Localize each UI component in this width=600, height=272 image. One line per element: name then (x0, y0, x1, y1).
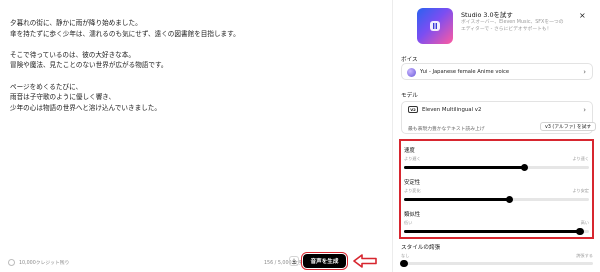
generate-speech-button[interactable]: 音声を生成 (300, 251, 349, 271)
voice-section-label: ボイス (401, 57, 418, 63)
speed-slider-thumb[interactable] (520, 163, 528, 171)
character-count: 156 / 5,000 文字数 (264, 261, 308, 266)
speed-title: 速度 (404, 148, 415, 154)
stability-slider-thumb[interactable] (505, 195, 514, 203)
similarity-min-label: 低い (404, 220, 413, 225)
editor-line: 夕暮れの街に、静かに雨が降り始めました。 (10, 19, 142, 27)
arrow-left-annotation-icon (353, 254, 377, 268)
chevron-right-icon: › (583, 68, 586, 76)
style-title: スタイルの誇張 (401, 245, 441, 251)
speed-slider-fill (404, 166, 525, 169)
voice-selector[interactable]: Yui - Japanese female Anime voice › (401, 63, 593, 80)
stability-max-label: より安定 (572, 188, 589, 193)
similarity-slider-thumb[interactable] (576, 227, 584, 235)
style-min-label: なし (401, 253, 410, 258)
speed-slider[interactable] (404, 163, 589, 171)
editor-line: 雨音は子守歌のように優しく響き、 (10, 93, 116, 102)
speed-max-label: より速く (572, 156, 589, 161)
try-v3-alpha-button[interactable]: v3 (アルファ) を試す (540, 122, 597, 131)
credits-label: 10,000クレジット残り (19, 261, 70, 266)
model-version-badge: V2 (408, 106, 418, 113)
download-button[interactable] (289, 256, 299, 266)
model-name: Eleven Multilingual v2 (422, 107, 482, 113)
promo-description: ボイスオーバー、Eleven Music、SFXを一つのエディターで - さらに… (461, 20, 564, 33)
speed-slider-group: 速度 より遅く より速く (404, 146, 589, 171)
studio-app-icon (430, 21, 440, 31)
similarity-slider-fill (404, 230, 580, 233)
studio-promo-card[interactable]: Studio 3.0を試す ボイスオーバー、Eleven Music、SFXを一… (397, 4, 595, 48)
similarity-slider[interactable] (404, 227, 589, 235)
credits-ring-icon (8, 259, 15, 266)
editor-line: 冒険や魔法、見たことのない世界が広がる物語です。 (10, 61, 168, 70)
editor-line: そこで待っているのは、彼の大好きな本。 (10, 50, 135, 59)
style-slider-thumb[interactable] (400, 259, 408, 267)
similarity-title: 類似性 (404, 212, 421, 218)
editor-line: ページをめくるたびに、 (10, 82, 83, 91)
model-section-label: モデル (401, 93, 418, 99)
similarity-max-label: 高い (580, 220, 589, 225)
settings-panel: Studio 3.0を試す ボイスオーバー、Eleven Music、SFXを一… (392, 0, 600, 272)
style-max-label: 誇張する (576, 253, 593, 258)
style-exaggeration-slider[interactable] (400, 259, 593, 267)
text-editor[interactable]: 夕暮れの街に、静かに雨が降り始めました。 傘を持たずに歩く少年は、濡れるのも気に… (0, 0, 392, 272)
voice-settings-highlight: 速度 より遅く より速く 安定性 より変化 より安定 類似性 低い 高い (399, 139, 594, 239)
model-selector[interactable]: V2 Eleven Multilingual v2 › 最も表現力豊かなテキスト… (401, 101, 597, 134)
studio-promo-thumbnail (417, 8, 453, 44)
editor-text[interactable]: 夕暮れの街に、静かに雨が降り始めました。 傘を持たずに歩く少年は、濡れるのも気に… (10, 18, 380, 113)
editor-blank-line (10, 71, 380, 82)
voice-avatar (407, 68, 416, 77)
close-icon[interactable]: × (579, 12, 586, 20)
model-subtitle: 最も表現力豊かなテキスト読み上げ (408, 127, 485, 132)
download-icon (291, 258, 297, 264)
promo-title: Studio 3.0を試す (461, 11, 513, 19)
stability-title: 安定性 (404, 180, 421, 186)
stability-slider-fill (404, 198, 510, 201)
stability-slider[interactable] (404, 195, 589, 203)
chevron-right-icon: › (583, 106, 586, 114)
editor-line: 傘を持たずに歩く少年は、濡れるのも気にせず、遠くの図書館を目指します。 (10, 29, 240, 38)
editor-line: 少年の心は物語の世界へと溶け込んでいきました。 (10, 103, 161, 112)
similarity-slider-group: 類似性 低い 高い (404, 210, 589, 235)
speed-min-label: より遅く (404, 156, 421, 161)
stability-min-label: より変化 (404, 188, 421, 193)
editor-blank-line (10, 39, 380, 50)
voice-name: Yui - Japanese female Anime voice (420, 69, 510, 75)
stability-slider-group: 安定性 より変化 より安定 (404, 178, 589, 203)
credits-indicator: 10,000クレジット残り (8, 259, 69, 266)
